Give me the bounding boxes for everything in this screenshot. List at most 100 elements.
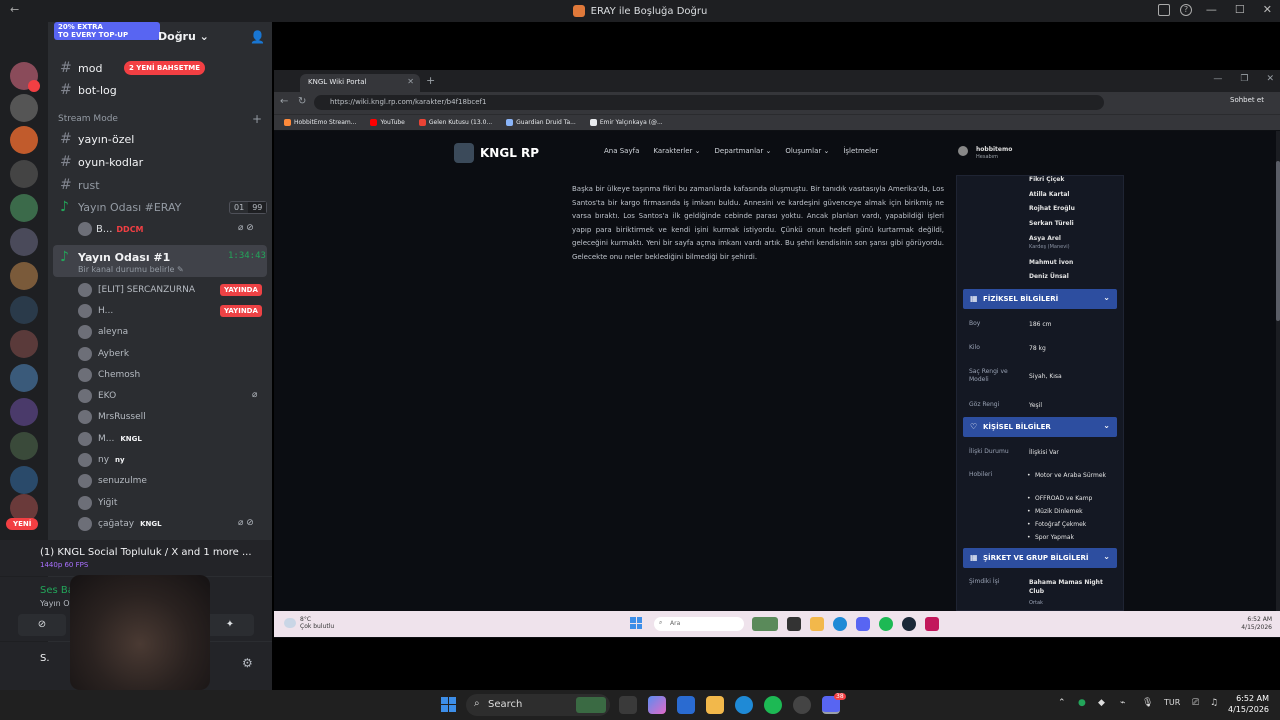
relative-name[interactable]: Atilla Kartal bbox=[1029, 191, 1069, 198]
bookmark[interactable]: YouTube bbox=[370, 119, 405, 126]
relative-name[interactable]: Serkan Türeli bbox=[1029, 220, 1074, 227]
voice-member[interactable]: MrsRussell bbox=[78, 410, 146, 424]
language-indicator[interactable]: TUR bbox=[1164, 698, 1180, 707]
channel-rust[interactable]: # rust bbox=[60, 177, 100, 193]
server-icon[interactable] bbox=[10, 330, 38, 358]
discord-icon[interactable] bbox=[856, 617, 870, 631]
voice-member[interactable]: çağatay KNGL bbox=[78, 517, 162, 531]
server-icon[interactable] bbox=[10, 262, 38, 290]
page-scrollbar[interactable] bbox=[1276, 131, 1280, 611]
channel-mod[interactable]: # mod bbox=[60, 60, 102, 76]
company-section-header[interactable]: ▦ ŞİRKET VE GRUP BİLGİLERİ ⌄ bbox=[963, 548, 1117, 568]
menu-businesses[interactable]: İşletmeler bbox=[843, 147, 878, 155]
help-icon[interactable]: ? bbox=[1180, 4, 1192, 16]
new-unreads-pill[interactable]: YENİ bbox=[6, 518, 39, 530]
spotify-icon[interactable] bbox=[879, 617, 893, 631]
server-icon[interactable] bbox=[10, 94, 38, 122]
voice-channel-eray[interactable]: ♪ Yayın Odası #ERAY bbox=[60, 199, 181, 215]
new-mentions-pill[interactable]: 2 YENİ BAHSETME bbox=[124, 61, 206, 75]
server-name[interactable]: Doğru ⌄ bbox=[158, 30, 209, 43]
bookmark[interactable]: Gelen Kutusu (13.0... bbox=[418, 119, 492, 126]
tray-overflow-icon[interactable]: ⌃ bbox=[1058, 698, 1066, 708]
back-icon[interactable]: ← bbox=[280, 96, 288, 107]
voice-member[interactable]: M... KNGL bbox=[78, 432, 142, 446]
add-channel-icon[interactable]: + bbox=[252, 112, 262, 126]
system-clock[interactable]: 6:52 AM 4/15/2026 bbox=[1228, 693, 1269, 715]
info-value[interactable]: Bahama Mamas Night Club bbox=[1029, 578, 1119, 596]
server-icon[interactable] bbox=[10, 364, 38, 392]
menu-characters[interactable]: Karakterler ⌄ bbox=[653, 147, 700, 155]
site-logo[interactable]: KNGL RP bbox=[454, 143, 539, 163]
channel-oyun-kodlar[interactable]: # oyun-kodlar bbox=[60, 154, 143, 170]
relative-name[interactable]: Deniz Ünsal bbox=[1029, 273, 1069, 280]
voice-member[interactable]: Ayberk bbox=[78, 347, 129, 361]
server-icon[interactable] bbox=[10, 432, 38, 460]
close-button[interactable]: ✕ bbox=[1266, 74, 1274, 84]
server-icon[interactable] bbox=[10, 398, 38, 426]
start-button[interactable] bbox=[441, 697, 456, 712]
camera-off-button[interactable]: ⊘ bbox=[18, 614, 66, 636]
chat-button[interactable]: Sohbet et bbox=[1230, 96, 1264, 104]
store-icon[interactable] bbox=[677, 696, 695, 714]
channel-status[interactable]: Bir kanal durumu belirle ✎ bbox=[78, 265, 184, 274]
back-arrow-icon[interactable]: ← bbox=[10, 3, 19, 16]
relative-name[interactable]: Mahmut İvon bbox=[1029, 259, 1073, 266]
server-icon[interactable] bbox=[10, 466, 38, 494]
channel-yayin-ozel[interactable]: # yayın-özel bbox=[60, 131, 134, 147]
account-menu[interactable]: hobbitemo Hesabım bbox=[954, 139, 1054, 165]
activity-button[interactable]: ✦ bbox=[206, 614, 254, 636]
inbox-icon[interactable] bbox=[1158, 4, 1170, 16]
voice-member[interactable]: [ELIT] SERCANZURNA bbox=[78, 283, 195, 297]
voice-member[interactable]: B... DDCM bbox=[78, 222, 144, 236]
address-bar[interactable]: https://wiki.kngl.rp.com/karakter/b4f18b… bbox=[314, 95, 1104, 110]
physical-section-header[interactable]: ▦ FİZİKSEL BİLGİLERİ ⌄ bbox=[963, 289, 1117, 309]
relative-name[interactable]: Fikri Çiçek bbox=[1029, 176, 1064, 183]
spotify-icon[interactable] bbox=[764, 696, 782, 714]
file-explorer-icon[interactable] bbox=[706, 696, 724, 714]
server-icon[interactable] bbox=[10, 194, 38, 222]
personal-section-header[interactable]: ♡ KİŞİSEL BİLGİLER ⌄ bbox=[963, 417, 1117, 437]
relative-name[interactable]: Asya Arel bbox=[1029, 235, 1061, 242]
bookmark[interactable]: Emir Yalçınkaya (@... bbox=[589, 119, 663, 126]
voice-member[interactable]: ny ny bbox=[78, 453, 125, 467]
bookmark[interactable]: Guardian Druid Ta... bbox=[506, 119, 576, 126]
minimize-button[interactable]: — bbox=[1206, 3, 1217, 16]
menu-home[interactable]: Ana Sayfa bbox=[604, 147, 639, 155]
settings-gear-icon[interactable]: ⚙ bbox=[242, 656, 253, 670]
maximize-button[interactable]: ☐ bbox=[1235, 3, 1245, 16]
remote-search[interactable]: ⌕ Ara bbox=[654, 617, 744, 631]
scroll-thumb[interactable] bbox=[1276, 161, 1280, 321]
edge-icon[interactable] bbox=[735, 696, 753, 714]
network-icon[interactable]: ⎚ bbox=[1192, 698, 1199, 708]
remote-clock[interactable]: 6:52 AM 4/15/2026 bbox=[1241, 616, 1272, 632]
voice-member[interactable]: senuzulme bbox=[78, 474, 147, 488]
server-icon[interactable] bbox=[10, 296, 38, 324]
close-tab-icon[interactable]: ✕ bbox=[407, 77, 414, 86]
edge-icon[interactable] bbox=[833, 617, 847, 631]
username[interactable]: S. bbox=[40, 653, 50, 664]
restore-button[interactable]: ❐ bbox=[1240, 74, 1248, 84]
stream-preview-bar[interactable] bbox=[0, 540, 272, 576]
app-icon[interactable] bbox=[925, 617, 939, 631]
task-view-icon[interactable] bbox=[787, 617, 801, 631]
minimize-button[interactable]: — bbox=[1213, 74, 1222, 84]
bookmark[interactable]: HobbitEmo Stream... bbox=[284, 119, 356, 126]
invite-icon[interactable]: 👤 bbox=[250, 30, 265, 44]
promo-banner[interactable]: 20% EXTRA TO EVERY TOP-UP bbox=[54, 22, 160, 40]
voice-member[interactable]: EKO bbox=[78, 389, 116, 403]
voice-member[interactable]: Yiğit bbox=[78, 496, 117, 510]
taskbar-search[interactable]: ⌕ Search bbox=[466, 694, 610, 716]
reload-icon[interactable]: ↻ bbox=[298, 96, 306, 107]
folder-icon[interactable] bbox=[810, 617, 824, 631]
browser-tab[interactable]: KNGL Wiki Portal ✕ bbox=[300, 74, 420, 92]
voice-member[interactable]: Chemosh bbox=[78, 368, 140, 382]
server-icon[interactable] bbox=[10, 228, 38, 256]
new-tab-button[interactable]: + bbox=[426, 74, 435, 87]
weather-widget[interactable]: 8°C Çok bulutlu bbox=[284, 616, 334, 630]
voice-member[interactable]: aleyna bbox=[78, 325, 128, 339]
voice-channel-1[interactable]: ♪ Yayın Odası #1 bbox=[60, 249, 170, 265]
copilot-icon[interactable] bbox=[648, 696, 666, 714]
task-view-icon[interactable] bbox=[619, 696, 637, 714]
app-icon[interactable] bbox=[793, 696, 811, 714]
channel-bot-log[interactable]: # bot-log bbox=[60, 82, 117, 98]
